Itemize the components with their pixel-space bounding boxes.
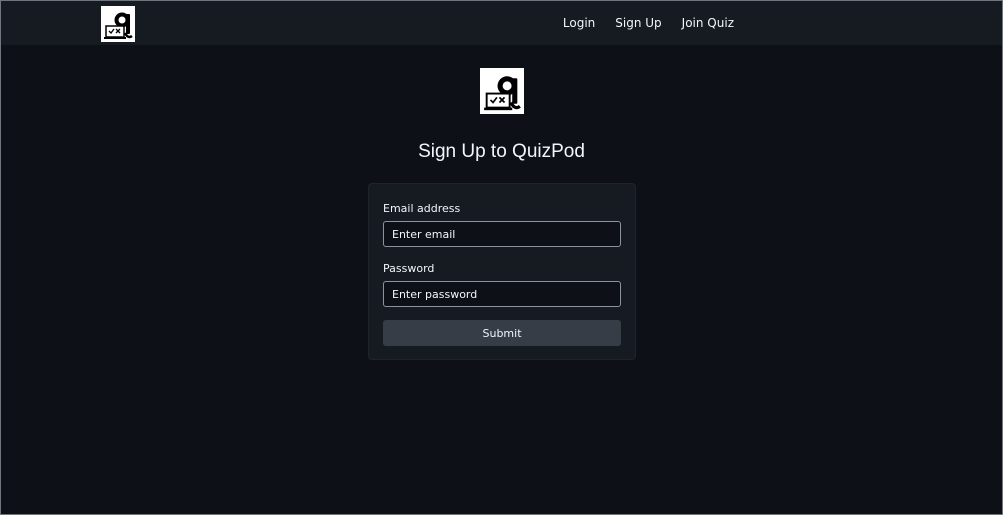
page-title: Sign Up to QuizPod [418,141,585,162]
quizpod-logo-icon[interactable] [101,6,135,42]
browser-viewport: Login Sign Up Join Quiz Sign Up to QuizP… [0,0,1003,515]
submit-button[interactable]: Submit [383,320,621,346]
password-label: Password [383,262,435,275]
nav-link-join-quiz[interactable]: Join Quiz [672,1,744,45]
top-navbar: Login Sign Up Join Quiz [1,1,1002,45]
nav-link-login[interactable]: Login [553,1,605,45]
nav-links: Login Sign Up Join Quiz [553,1,744,45]
email-input[interactable] [383,221,621,247]
password-input[interactable] [383,281,621,307]
nav-link-sign-up[interactable]: Sign Up [605,1,671,45]
email-label: Email address [383,202,461,215]
signup-form-card: Email address Password Submit [368,183,636,360]
quizpod-logo-icon [480,68,524,114]
